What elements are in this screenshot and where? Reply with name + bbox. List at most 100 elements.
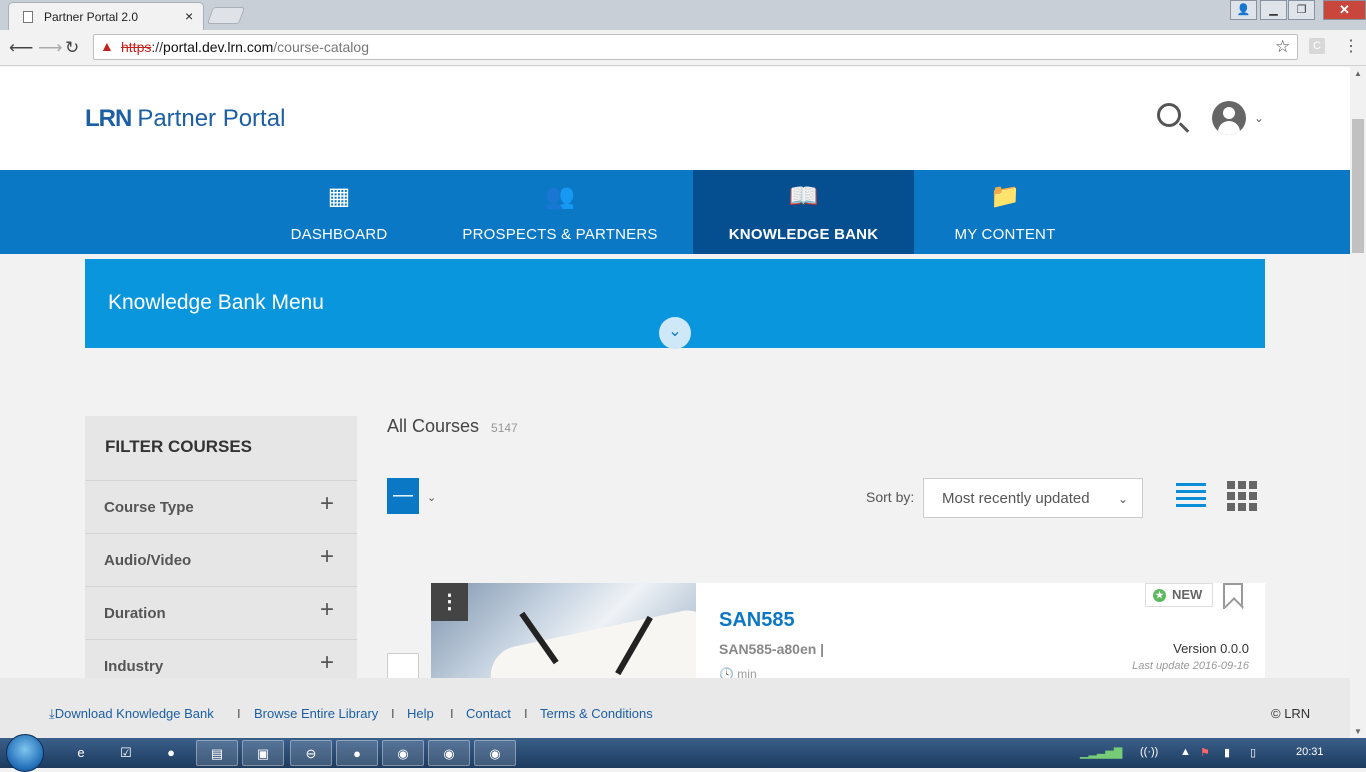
chat-icon[interactable]: ● (336, 740, 378, 766)
plus-icon[interactable]: + (320, 649, 334, 677)
filter-panel: FILTER COURSES Course Type + Audio/Video… (85, 416, 357, 678)
tab-close-icon[interactable]: × (185, 8, 193, 24)
browser-titlebar: Partner Portal 2.0 × 👤 ▁ ❐ ✕ (0, 0, 1366, 30)
chrome-icon[interactable]: ◉ (474, 740, 516, 766)
nav-label: KNOWLEDGE BANK (728, 226, 879, 243)
separator: I (391, 706, 395, 721)
site-footer: ⤓Download Knowledge Bank I Browse Entire… (0, 678, 1350, 738)
nav-knowledge-bank[interactable]: 📖 KNOWLEDGE BANK (693, 170, 914, 254)
bookmark-icon[interactable] (1223, 583, 1243, 609)
terms-link[interactable]: Terms & Conditions (540, 706, 653, 721)
course-title[interactable]: SAN585 (719, 609, 795, 632)
sort-select[interactable]: Most recently updated ⌄ (923, 478, 1143, 518)
system-tray: ▁▂▃▅▇ ((·)) ▲ ⚑ ▮ ▯ 20:31 (1074, 740, 1366, 766)
minimize-button[interactable]: ▁ (1260, 0, 1287, 20)
sort-label: Sort by: (866, 489, 915, 505)
ie-icon[interactable]: e (60, 740, 102, 766)
close-window-button[interactable]: ✕ (1323, 0, 1366, 20)
nav-dashboard[interactable]: ▦ DASHBOARD (260, 170, 418, 254)
tab-title: Partner Portal 2.0 (44, 10, 139, 24)
star-icon: ★ (1153, 589, 1166, 602)
dashboard-icon: ▦ (327, 183, 351, 210)
forward-icon[interactable]: ⟶ (38, 38, 62, 58)
search-icon[interactable] (1157, 103, 1181, 127)
browser-menu-icon[interactable]: ⋮ (1343, 36, 1359, 56)
browse-library-link[interactable]: Browse Entire Library (254, 706, 378, 721)
sort-value: Most recently updated (942, 490, 1090, 507)
restore-button[interactable]: ❐ (1288, 0, 1315, 20)
people-icon: 👥 (545, 183, 575, 210)
chrome-icon[interactable]: ◉ (428, 740, 470, 766)
app-icon[interactable]: ☑ (105, 740, 147, 766)
extension-icon[interactable]: C (1309, 38, 1325, 54)
filter-label: Industry (104, 658, 164, 675)
clock[interactable]: 20:31 (1296, 746, 1324, 758)
start-button[interactable] (6, 734, 44, 772)
separator: I (237, 706, 241, 721)
chevron-down-icon[interactable]: ⌄ (1254, 111, 1264, 125)
download-kb-link[interactable]: ⤓Download Knowledge Bank (49, 706, 214, 722)
reload-icon[interactable]: ↻ (65, 38, 79, 58)
nav-prospects-partners[interactable]: 👥 PROSPECTS & PARTNERS (448, 170, 672, 254)
filter-group-audio-video[interactable]: Audio/Video + (85, 533, 357, 586)
main-nav: ▦ DASHBOARD 👥 PROSPECTS & PARTNERS 📖 KNO… (0, 170, 1350, 254)
url-text: https://portal.dev.lrn.com/course-catalo… (121, 39, 369, 55)
scroll-down-icon[interactable]: ▼ (1354, 727, 1362, 736)
browser-tab[interactable]: Partner Portal 2.0 × (8, 2, 204, 30)
kb-menu-title: Knowledge Bank Menu (108, 291, 324, 314)
page-icon (23, 11, 33, 23)
plus-icon[interactable]: + (320, 596, 334, 624)
nav-my-content[interactable]: 📁 MY CONTENT (930, 170, 1080, 254)
scroll-thumb[interactable] (1352, 119, 1364, 253)
address-bar[interactable]: ▲ https://portal.dev.lrn.com/course-cata… (93, 34, 1298, 60)
flag-icon[interactable]: ⚑ (1200, 746, 1210, 759)
courses-count: 5147 (491, 421, 518, 435)
course-code: SAN585-a80en | (719, 641, 825, 657)
help-link[interactable]: Help (407, 706, 434, 721)
course-thumbnail[interactable]: ⋮ (431, 583, 696, 678)
bookmark-star-icon[interactable]: ☆ (1275, 37, 1290, 57)
files-icon[interactable]: ▣ (242, 740, 284, 766)
nav-label: PROSPECTS & PARTNERS (462, 226, 658, 243)
plus-icon[interactable]: + (320, 490, 334, 518)
back-icon[interactable]: ⟵ (9, 38, 33, 58)
copyright: © LRN (1271, 706, 1311, 721)
network-icon[interactable]: ▮ (1224, 746, 1230, 759)
book-icon: 📖 (788, 183, 819, 210)
firefox-icon[interactable]: ● (150, 740, 192, 766)
app-icon[interactable]: ⊖ (290, 740, 332, 766)
new-tab-button[interactable] (206, 7, 246, 24)
chevron-down-icon[interactable]: ⌄ (659, 317, 691, 349)
plus-icon[interactable]: + (320, 543, 334, 571)
scroll-up-icon[interactable]: ▲ (1354, 69, 1362, 78)
separator: I (524, 706, 528, 721)
more-options-icon[interactable]: ⋮ (431, 583, 468, 621)
course-checkbox[interactable] (387, 653, 419, 678)
filter-label: Duration (104, 605, 166, 622)
site-logo[interactable]: LRN Partner Portal (85, 105, 285, 133)
chevron-up-icon[interactable]: ▲ (1180, 746, 1191, 758)
warning-icon[interactable]: ▲ (100, 38, 114, 54)
list-view-icon[interactable] (1176, 483, 1206, 509)
chrome-icon[interactable]: ◉ (382, 740, 424, 766)
chevron-down-icon[interactable]: ⌄ (427, 491, 436, 504)
battery-icon[interactable]: ▯ (1250, 746, 1256, 759)
contact-link[interactable]: Contact (466, 706, 511, 721)
user-profile-button[interactable]: 👤 (1230, 0, 1257, 20)
course-duration: 🕓 min (719, 667, 757, 678)
grid-view-icon[interactable] (1227, 481, 1257, 511)
wireless-icon[interactable]: ((·)) (1140, 746, 1158, 758)
explorer-icon[interactable]: ▤ (196, 740, 238, 766)
folder-icon: 📁 (990, 183, 1020, 210)
separator: I (450, 706, 454, 721)
filter-group-course-type[interactable]: Course Type + (85, 480, 357, 533)
select-all-checkbox[interactable]: — (387, 478, 419, 514)
signal-icon[interactable]: ▁▂▃▅▇ (1080, 746, 1122, 759)
avatar[interactable] (1212, 101, 1246, 135)
filter-group-duration[interactable]: Duration + (85, 586, 357, 639)
filter-group-industry[interactable]: Industry + (85, 639, 357, 678)
link-label: Download Knowledge Bank (54, 706, 214, 721)
new-badge: ★ NEW (1145, 583, 1213, 607)
page-scrollbar[interactable]: ▲ ▼ (1350, 67, 1366, 738)
course-card[interactable]: ⋮ SAN585 SAN585-a80en | 🕓 min ★ NEW Vers… (431, 583, 1265, 678)
